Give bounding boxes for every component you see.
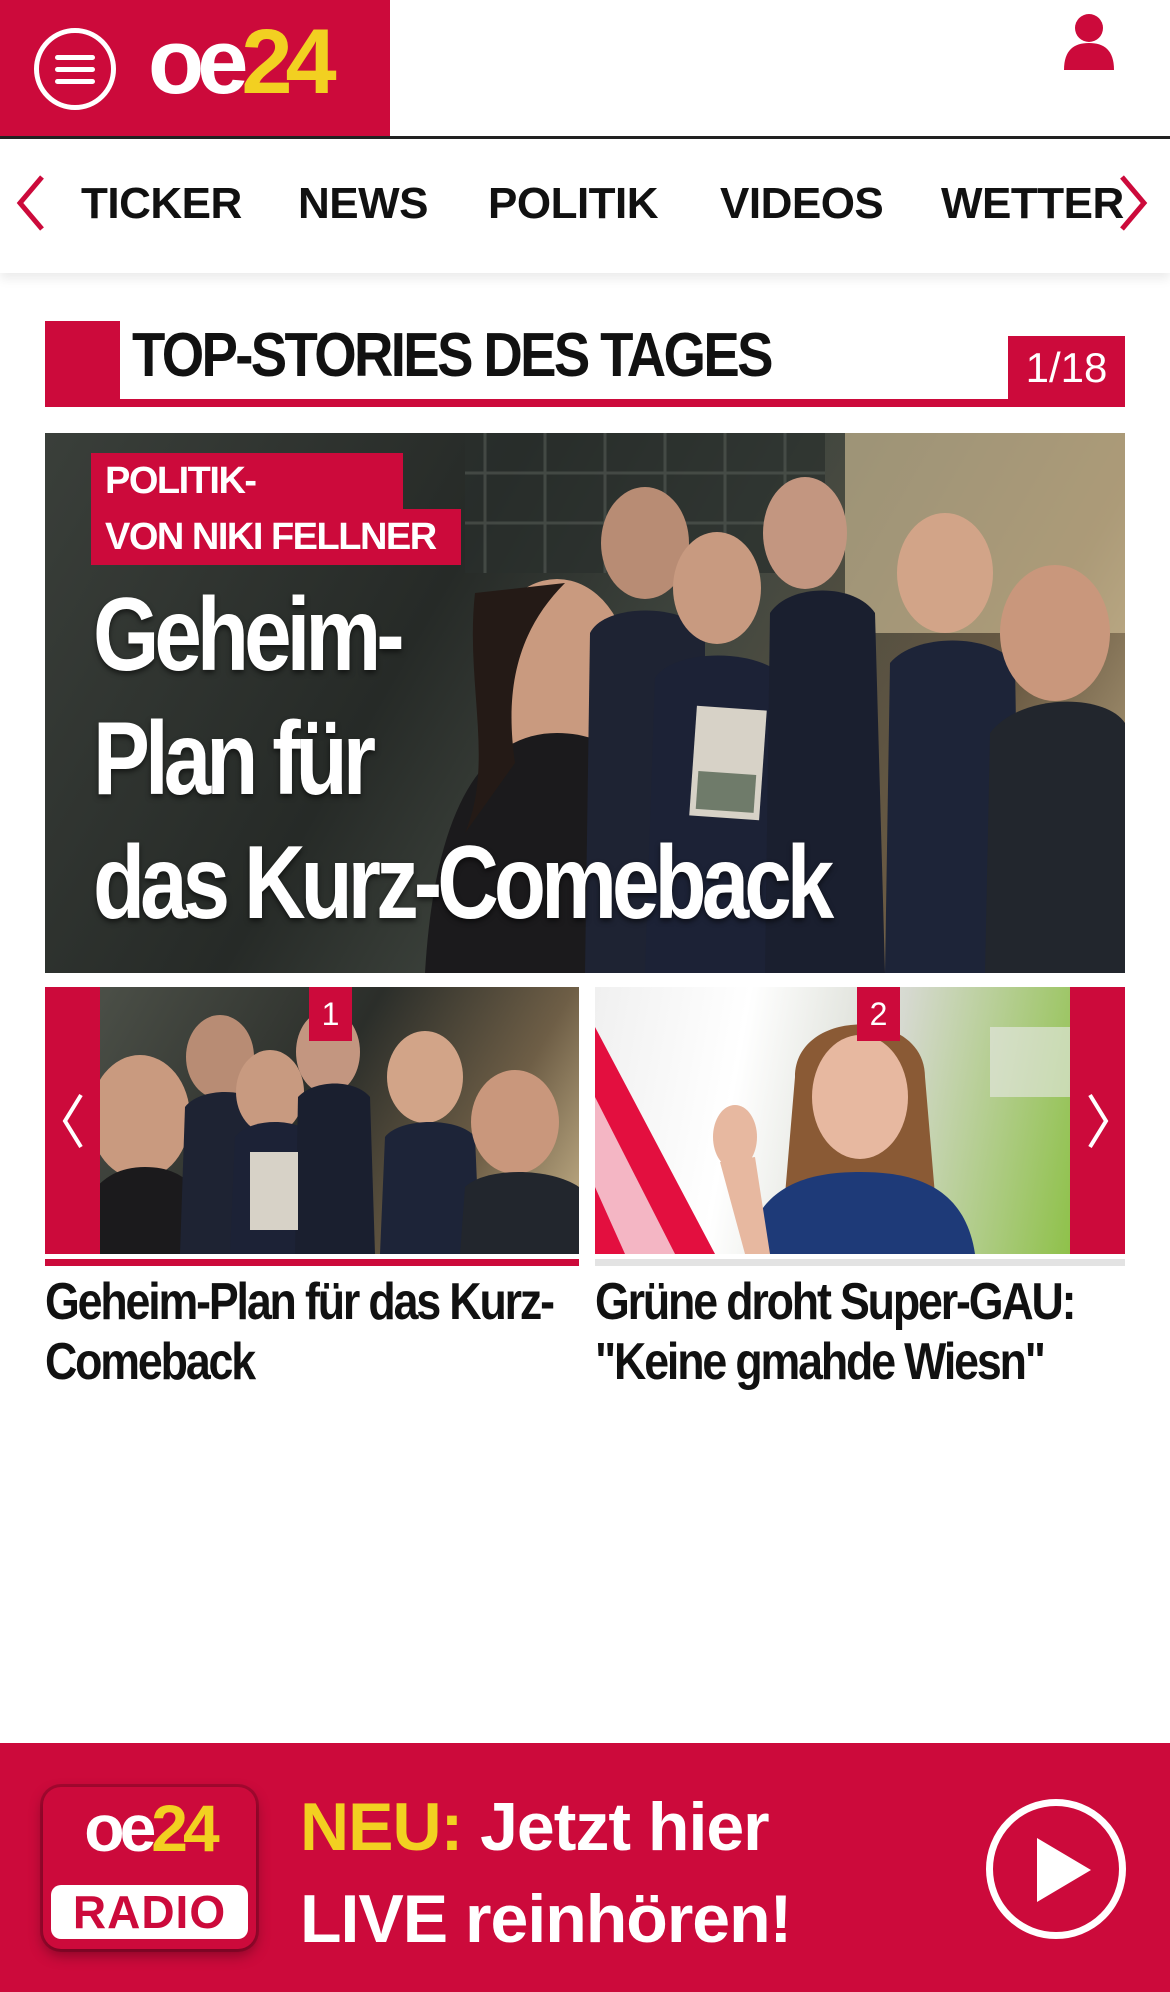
chevron-right-icon[interactable]	[1112, 171, 1152, 235]
user-icon[interactable]	[1062, 12, 1116, 72]
radio-promo-line1: NEU: Jetzt hier	[300, 1781, 791, 1873]
carousel-next-button[interactable]	[1070, 987, 1125, 1254]
site-logo[interactable]: oe24	[148, 16, 337, 108]
teaser-active-indicator	[45, 1259, 579, 1266]
chevron-left-icon[interactable]	[12, 171, 52, 235]
hero-headline-line3: das Kurz-Comeback	[93, 825, 834, 941]
hero-tag-line2: VON NIKI FELLNER	[91, 509, 461, 565]
brand-box: oe24	[0, 0, 390, 136]
radio-logo-top: oe24	[43, 1795, 256, 1861]
radio-neu-label: NEU:	[300, 1789, 463, 1865]
hamburger-menu-icon[interactable]	[34, 28, 116, 110]
hero-headline: Geheim- Plan für das Kurz-Comeback	[93, 573, 834, 945]
radio-logo-24: 24	[151, 1791, 219, 1865]
teaser-image-2[interactable]	[595, 987, 1070, 1254]
nav-item-ticker[interactable]: TICKER	[81, 179, 242, 229]
teaser-title-2[interactable]: Grüne droht Super-GAU: "Keine gmahde Wie…	[595, 1272, 1120, 1392]
logo-oe: oe	[148, 11, 248, 113]
nav-item-news[interactable]: NEWS	[298, 179, 429, 229]
radio-logo: oe24 RADIO	[43, 1787, 256, 1949]
hero-headline-line1: Geheim-	[93, 577, 405, 693]
chevron-right-icon	[1088, 1093, 1109, 1149]
category-nav: TICKER NEWS POLITIK VIDEOS WETTER	[0, 139, 1170, 273]
teaser-number-badge-1: 1	[309, 987, 352, 1041]
teaser-inactive-indicator	[595, 1259, 1125, 1266]
section-underline	[45, 399, 1125, 407]
radio-promo-line2: LIVE reinhören!	[300, 1881, 792, 1957]
menu-bar	[55, 54, 95, 60]
site-header: oe24	[0, 0, 1170, 139]
hero-story[interactable]: POLITIK-INSIDER VON NIKI FELLNER Geheim-…	[45, 433, 1125, 973]
play-icon[interactable]	[986, 1799, 1126, 1939]
chevron-left-icon	[62, 1093, 83, 1149]
teaser-number-badge-2: 2	[857, 987, 900, 1041]
radio-logo-label: RADIO	[51, 1885, 248, 1939]
nav-item-videos[interactable]: VIDEOS	[720, 179, 884, 229]
story-counter: 1/18	[1008, 336, 1125, 399]
carousel-prev-button[interactable]	[45, 987, 100, 1254]
hero-headline-line2: Plan für	[93, 701, 376, 817]
radio-logo-oe: oe	[84, 1791, 156, 1865]
radio-line1-rest: Jetzt hier	[462, 1789, 770, 1865]
logo-24: 24	[241, 11, 336, 113]
teaser-title-1[interactable]: Geheim-Plan für das Kurz-Comeback	[45, 1272, 570, 1392]
section-accent-block	[45, 321, 120, 407]
menu-bar	[55, 66, 95, 72]
section-title: TOP-STORIES DES TAGES	[132, 321, 773, 390]
nav-item-wetter[interactable]: WETTER	[941, 179, 1124, 229]
teaser-photo-2	[595, 1024, 1070, 1254]
nav-item-politik[interactable]: POLITIK	[488, 179, 659, 229]
menu-bar	[55, 78, 95, 84]
radio-banner[interactable]: oe24 RADIO NEU: Jetzt hier LIVE reinhöre…	[0, 1743, 1170, 1992]
radio-promo-text: NEU: Jetzt hier LIVE reinhören!	[300, 1781, 792, 1965]
